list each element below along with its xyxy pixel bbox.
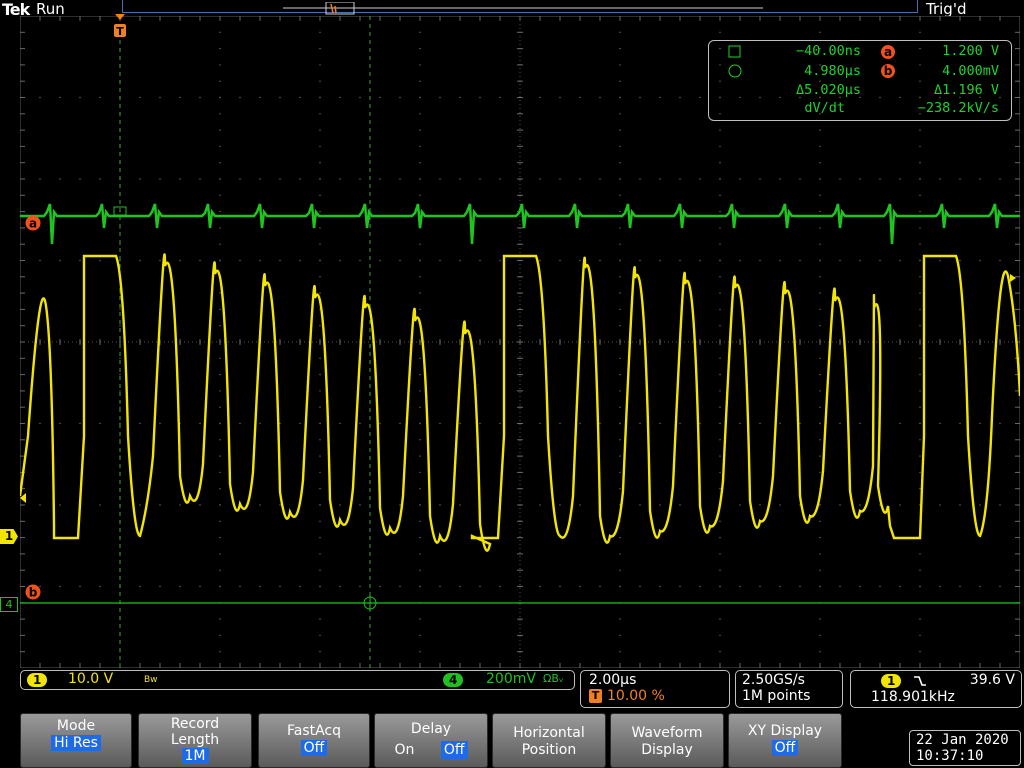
cursor-a-square-icon xyxy=(728,45,741,58)
ch1-badge[interactable]: 1 xyxy=(27,673,48,687)
sample-rate: 2.50GS/s xyxy=(742,672,805,688)
ch1-ground-marker[interactable]: 1 xyxy=(0,529,18,544)
cursor-a-voltage: 1.200 V xyxy=(942,43,999,59)
cursor-dvdt-label: dV/dt xyxy=(804,100,845,116)
time-per-div: 2.00µs xyxy=(589,672,637,688)
acquisition-panel[interactable]: 2.50GS/s 1M points xyxy=(735,670,843,708)
cursor-b-voltage: 4.000mV xyxy=(942,63,999,79)
svg-text:a: a xyxy=(29,217,37,231)
trigger-panel[interactable]: 1 39.6 V 118.901kHz xyxy=(850,670,1022,708)
ch4-badge[interactable]: 4 xyxy=(443,673,464,687)
ch4-ground-marker[interactable]: 4 xyxy=(0,597,18,612)
softkey-xy-display-title: XY Display xyxy=(747,723,823,739)
trigger-frequency: 118.901kHz xyxy=(871,689,955,705)
softkey-waveform-display[interactable]: Waveform Display xyxy=(610,713,724,768)
softkey-mode-value: Hi Res xyxy=(51,735,101,751)
delay-off-option[interactable]: Off xyxy=(440,741,468,759)
datetime-display: 22 Jan 2020 10:37:10 xyxy=(909,730,1021,766)
channel-status-panel[interactable]: 1 10.0 V Bw 4 200mV ΩBᵥ xyxy=(20,670,575,690)
softkey-xy-display-value: Off xyxy=(771,740,799,756)
record-points: 1M points xyxy=(742,688,811,704)
softkey-record-length[interactable]: Record Length 1M xyxy=(138,713,252,768)
cursor-readout-panel: −40.00ns 4.980µs Δ5.020µs dV/dt a b 1.20… xyxy=(708,40,1012,121)
softkey-mode[interactable]: Mode Hi Res xyxy=(20,713,132,768)
ch4-scale[interactable]: 200mV xyxy=(486,671,536,687)
softkey-horizontal-position[interactable]: Horizontal Position xyxy=(492,713,606,768)
cursor-delta-voltage: Δ1.196 V xyxy=(933,82,999,98)
cursor-marker-a-icon: a xyxy=(25,215,41,231)
softkey-horizontal-position-title: Horizontal Position xyxy=(513,725,585,758)
svg-text:b: b xyxy=(29,586,38,600)
delay-on-option[interactable]: On xyxy=(394,742,414,758)
softkey-mode-title: Mode xyxy=(56,718,96,734)
record-view-bar[interactable] xyxy=(122,0,918,15)
ch1-scale[interactable]: 10.0 V xyxy=(68,671,113,687)
softkey-fastacq-title: FastAcq xyxy=(286,723,342,739)
softkey-fastacq[interactable]: FastAcq Off xyxy=(258,713,370,768)
date-text: 22 Jan 2020 xyxy=(916,732,1009,748)
softkey-xy-display[interactable]: XY Display Off xyxy=(728,713,842,768)
ch4-coupling-icon: ΩBᵥ xyxy=(543,672,564,685)
softkey-record-length-value: 1M xyxy=(181,748,209,764)
cursor-b-badge-icon: b xyxy=(881,64,895,78)
softkey-record-length-title: Record Length xyxy=(170,716,220,748)
timebase-panel[interactable]: 2.00µs T 10.00 % xyxy=(580,670,730,708)
softkey-delay[interactable]: Delay On Off xyxy=(374,713,488,768)
trigger-position-marker[interactable]: T xyxy=(113,14,127,40)
ch1-bandwidth-icon: Bw xyxy=(144,675,158,685)
trigger-t-icon: T xyxy=(114,14,126,38)
cursor-dvdt-value: −238.2kV/s xyxy=(917,100,999,116)
trigger-source-badge: 1 xyxy=(881,674,902,688)
cursor-a-time: −40.00ns xyxy=(795,43,861,59)
time-text: 10:37:10 xyxy=(916,748,984,764)
record-position-indicator xyxy=(283,1,763,15)
cursor-marker-b-icon: b xyxy=(25,584,41,600)
falling-edge-icon xyxy=(914,676,926,686)
trigger-t-icon: T xyxy=(589,689,602,703)
trigger-level: 39.6 V xyxy=(969,672,1015,688)
softkey-fastacq-value: Off xyxy=(300,740,328,756)
softkey-delay-title: Delay xyxy=(410,721,452,737)
ch1-left-arrow-icon xyxy=(20,493,26,503)
cursor-b-circle-icon xyxy=(728,64,742,78)
softkey-waveform-display-title: Waveform Display xyxy=(631,725,703,758)
cursor-delta-time: Δ5.020µs xyxy=(795,82,861,98)
trigger-position: 10.00 % xyxy=(607,688,665,704)
svg-text:T: T xyxy=(116,25,124,38)
cursor-b-time: 4.980µs xyxy=(804,63,861,79)
cursor-a-badge-icon: a xyxy=(881,45,895,59)
